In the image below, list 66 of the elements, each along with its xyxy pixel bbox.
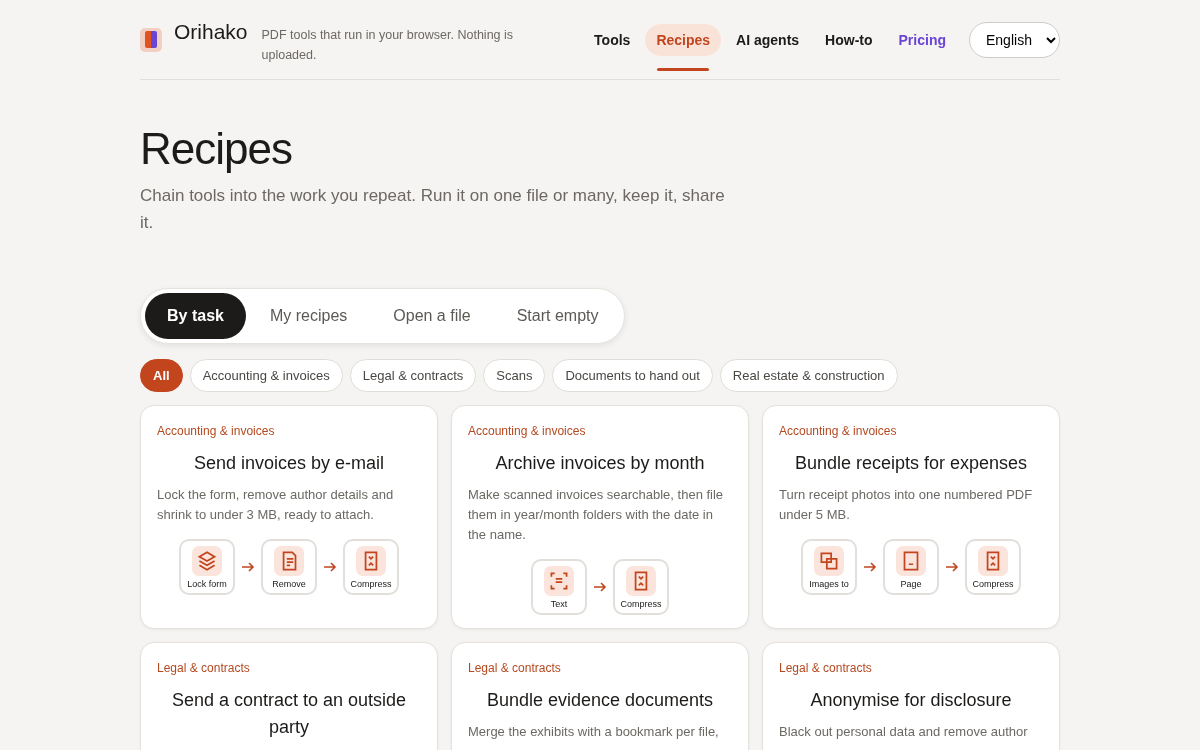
nav-link[interactable]: How-to bbox=[814, 23, 884, 56]
logo-icon[interactable] bbox=[140, 27, 162, 52]
recipe-category: Legal & contracts bbox=[468, 661, 562, 675]
tool-step[interactable]: Compress bbox=[965, 539, 1021, 595]
tool-step[interactable]: Compress bbox=[613, 559, 669, 615]
mode-tab[interactable]: Open a file bbox=[371, 293, 493, 339]
layers-icon bbox=[192, 546, 222, 576]
language-select[interactable]: English bbox=[969, 21, 1060, 58]
mode-tab[interactable]: By task bbox=[145, 293, 246, 339]
recipe-category: Legal & contracts bbox=[157, 661, 251, 675]
recipe-title: Send invoices by e-mail bbox=[192, 452, 386, 475]
recipe-title: Archive invoices by month bbox=[494, 452, 706, 475]
recipe-description: Black out personal data and remove author bbox=[779, 723, 1029, 741]
recipe-category: Accounting & invoices bbox=[157, 424, 276, 438]
mode-tab[interactable]: Start empty bbox=[494, 293, 621, 339]
nav-link[interactable]: AI agents bbox=[725, 23, 811, 56]
compress-icon bbox=[626, 566, 656, 596]
recipe-card[interactable]: Accounting & invoices Archive invoices by month Make scanned invoices searchable, then file them in year/month folders with the date in the name. Text Compress bbox=[451, 405, 749, 629]
arrow-icon bbox=[593, 582, 607, 592]
filter-chip[interactable]: Documents to hand out bbox=[552, 359, 713, 392]
doc-icon bbox=[274, 546, 304, 576]
active-underline bbox=[657, 67, 710, 71]
recipe-title: Bundle evidence documents bbox=[485, 689, 715, 712]
compress-icon bbox=[978, 546, 1008, 576]
filter-chip[interactable]: All bbox=[140, 359, 183, 392]
recipe-description: Turn receipt photos into one numbered PDF under 5 MB. bbox=[779, 486, 1034, 524]
recipe-description: Lock the form, remove author details and shrink to under 3 MB, ready to attach. bbox=[157, 486, 395, 524]
recipe-category: Accounting & invoices bbox=[779, 424, 898, 438]
tool-step[interactable]: Remove bbox=[261, 539, 317, 595]
nav-link[interactable]: Pricing bbox=[887, 23, 957, 56]
recipe-title: Anonymise for disclosure bbox=[809, 689, 1013, 712]
compress-icon bbox=[356, 546, 386, 576]
recipe-category: Legal & contracts bbox=[779, 661, 873, 675]
recipe-category: Accounting & invoices bbox=[468, 424, 587, 438]
page-icon bbox=[896, 546, 926, 576]
recipe-title: Bundle receipts for expenses bbox=[793, 452, 1029, 475]
recipe-card[interactable]: Legal & contracts Send a contract to an outside party bbox=[140, 642, 438, 750]
arrow-icon bbox=[323, 562, 337, 572]
page-subtitle: Chain tools into the work you repeat. Run it on one file or many, keep it, share it. bbox=[140, 185, 726, 234]
tool-step[interactable]: Page bbox=[883, 539, 939, 595]
nav-link[interactable]: Tools bbox=[583, 23, 642, 56]
filter-chip[interactable]: Accounting & invoices bbox=[189, 359, 343, 392]
recipe-title: Send a contract to an outside party bbox=[170, 689, 408, 739]
recipe-card[interactable]: Accounting & invoices Send invoices by e-mail Lock the form, remove author details and shrink to under 3 MB, ready to attach. Lock form Remove Compress bbox=[140, 405, 438, 629]
page-title: Recipes bbox=[140, 124, 293, 174]
recipe-card[interactable]: Legal & contracts Bundle evidence documents Merge the exhibits with a bookmark per file, bbox=[451, 642, 749, 750]
scan-icon bbox=[544, 566, 574, 596]
recipe-description: Merge the exhibits with a bookmark per file, bbox=[468, 723, 720, 741]
filter-chip[interactable]: Real estate & construction bbox=[719, 359, 898, 392]
tagline: PDF tools that run in your browser. Nothing is uploaded. bbox=[261, 27, 515, 64]
arrow-icon bbox=[241, 562, 255, 572]
brand-name[interactable]: Orihako bbox=[174, 20, 248, 44]
recipe-description: Make scanned invoices searchable, then file them in year/month folders with the date in the name. bbox=[468, 486, 725, 544]
recipe-card[interactable]: Accounting & invoices Bundle receipts for expenses Turn receipt photos into one numbered PDF under 5 MB. Images to Page Compress bbox=[762, 405, 1060, 629]
arrow-icon bbox=[945, 562, 959, 572]
arrow-icon bbox=[863, 562, 877, 572]
filter-chip[interactable]: Legal & contracts bbox=[349, 359, 477, 392]
nav-link[interactable]: Recipes bbox=[645, 23, 722, 56]
tool-step[interactable]: Text bbox=[531, 559, 587, 615]
tool-step[interactable]: Images to bbox=[801, 539, 857, 595]
images-icon bbox=[814, 546, 844, 576]
recipe-card[interactable]: Legal & contracts Anonymise for disclosure Black out personal data and remove author bbox=[762, 642, 1060, 750]
mode-tab[interactable]: My recipes bbox=[247, 293, 370, 339]
tool-step[interactable]: Lock form bbox=[179, 539, 235, 595]
tool-step[interactable]: Compress bbox=[343, 539, 399, 595]
filter-chip[interactable]: Scans bbox=[483, 359, 546, 392]
